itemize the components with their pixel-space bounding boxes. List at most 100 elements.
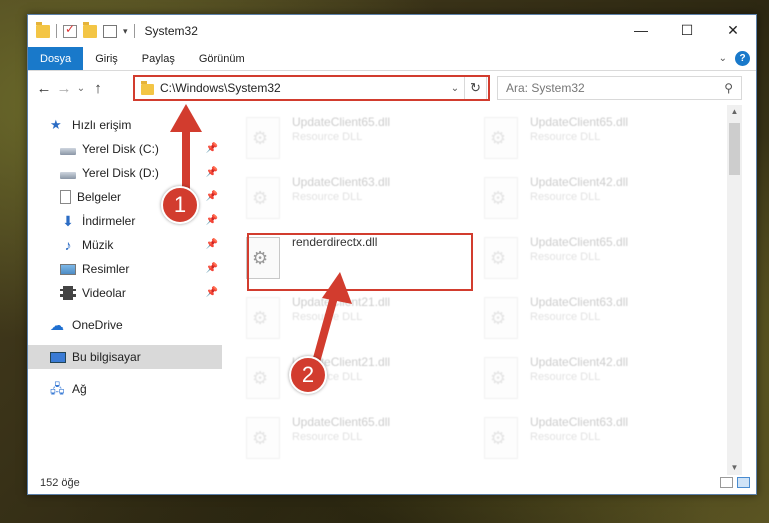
sidebar-item-music[interactable]: ♪ Müzik 📌 — [28, 233, 222, 257]
download-icon: ⬇ — [62, 213, 74, 229]
file-item[interactable]: UpdateClient65.dllResource DLL — [246, 115, 446, 167]
star-icon: ★ — [50, 117, 62, 132]
status-bar: 152 öğe — [28, 472, 756, 494]
file-item[interactable]: UpdateClient63.dllResource DLL — [484, 415, 684, 467]
sidebar-item-this-pc[interactable]: Bu bilgisayar — [28, 345, 222, 369]
dll-file-icon — [246, 357, 280, 399]
vertical-scrollbar[interactable]: ▲ ▼ — [727, 105, 742, 475]
toolbar-separator — [133, 24, 135, 38]
folder-icon — [36, 21, 50, 38]
tab-gorunum[interactable]: Görünüm — [187, 47, 257, 70]
tab-dosya[interactable]: Dosya — [28, 47, 84, 70]
ribbon-tabs: Dosya Giriş Paylaş Görünüm ⌄ ? — [28, 47, 756, 71]
sidebar-item-label: Videolar — [82, 286, 126, 300]
view-switcher — [720, 477, 750, 488]
customize-toolbar-icon[interactable] — [103, 24, 117, 38]
cloud-icon: ☁ — [50, 317, 64, 333]
sidebar-item-pictures[interactable]: Resimler 📌 — [28, 257, 222, 281]
window-title: System32 — [144, 24, 198, 38]
file-item[interactable]: UpdateClient21.dllResource DLL — [246, 295, 446, 347]
recent-locations-button[interactable]: ⌄ — [74, 83, 88, 94]
computer-icon — [50, 351, 66, 363]
step-2-badge: 2 — [289, 356, 327, 394]
sidebar-item-label: Ağ — [72, 382, 87, 396]
help-icon[interactable]: ? — [735, 51, 750, 66]
pin-icon[interactable]: 📌 — [206, 167, 218, 178]
sidebar-item-label: Belgeler — [77, 190, 122, 204]
pin-icon[interactable]: 📌 — [206, 143, 218, 154]
properties-check-icon[interactable] — [63, 22, 77, 38]
pin-icon[interactable]: 📌 — [206, 191, 218, 202]
details-view-icon[interactable] — [720, 477, 733, 488]
file-highlight-box — [247, 233, 473, 291]
item-count: 152 öğe — [40, 477, 80, 489]
disk-icon — [60, 147, 76, 155]
toolbar-separator — [56, 24, 57, 38]
tab-paylas[interactable]: Paylaş — [130, 47, 187, 70]
sidebar-item-label: Yerel Disk (C:) — [82, 142, 159, 156]
network-icon: 🖧 — [50, 381, 65, 396]
forward-button[interactable]: → — [54, 80, 74, 97]
file-list: UpdateClient65.dllResource DLL UpdateCli… — [222, 105, 742, 475]
scroll-up-icon[interactable]: ▲ — [727, 105, 742, 119]
sidebar-item-label: Bu bilgisayar — [72, 350, 141, 364]
file-item[interactable]: UpdateClient65.dllResource DLL — [246, 415, 446, 467]
sidebar-item-disk-d[interactable]: Yerel Disk (D:) 📌 — [28, 161, 222, 185]
dll-file-icon — [246, 417, 280, 459]
music-icon: ♪ — [64, 237, 72, 253]
sidebar-item-label: İndirmeler — [82, 214, 136, 228]
disk-icon — [60, 171, 76, 179]
chevron-down-icon[interactable]: ⌄ — [719, 53, 727, 64]
file-item[interactable]: UpdateClient63.dllResource DLL — [246, 175, 446, 227]
dll-file-icon — [484, 177, 518, 219]
dll-file-icon — [246, 177, 280, 219]
address-highlight-box — [133, 75, 490, 101]
ribbon-right-controls: ⌄ ? — [719, 51, 750, 66]
sidebar-item-videos[interactable]: Videolar 📌 — [28, 281, 222, 305]
sidebar-item-label: OneDrive — [72, 318, 123, 332]
pin-icon[interactable]: 📌 — [206, 263, 218, 274]
pin-icon[interactable]: 📌 — [206, 239, 218, 250]
window-controls: — ☐ ✕ — [618, 15, 756, 45]
sidebar-item-disk-c[interactable]: Yerel Disk (C:) 📌 — [28, 137, 222, 161]
file-item[interactable]: UpdateClient42.dllResource DLL — [484, 175, 684, 227]
dll-file-icon — [484, 297, 518, 339]
sidebar-item-network[interactable]: 🖧 Ağ — [28, 377, 222, 401]
up-button[interactable]: ↑ — [88, 80, 108, 97]
pin-icon[interactable]: 📌 — [206, 215, 218, 226]
scrollbar-thumb[interactable] — [729, 123, 740, 175]
sidebar-item-quick-access[interactable]: ★ Hızlı erişim — [28, 113, 222, 137]
dll-file-icon — [484, 237, 518, 279]
search-icon[interactable]: ⚲ — [724, 81, 733, 95]
sidebar-item-label: Müzik — [82, 238, 114, 252]
quick-access-toolbar: ▾ — [28, 21, 135, 38]
file-item[interactable]: UpdateClient21.dllResource DLL — [246, 355, 446, 407]
dll-file-icon — [246, 297, 280, 339]
main-area: ★ Hızlı erişim Yerel Disk (C:) 📌 Yerel D… — [28, 105, 756, 475]
chevron-down-icon[interactable]: ▾ — [123, 26, 128, 37]
pin-icon[interactable]: 📌 — [206, 287, 218, 298]
picture-icon — [60, 263, 76, 275]
file-item[interactable]: UpdateClient65.dllResource DLL — [484, 115, 684, 167]
step-1-badge: 1 — [161, 186, 199, 224]
search-input[interactable]: Ara: System32 ⚲ — [497, 76, 742, 100]
maximize-button[interactable]: ☐ — [664, 15, 710, 45]
file-item[interactable]: UpdateClient63.dllResource DLL — [484, 295, 684, 347]
large-icons-view-icon[interactable] — [737, 477, 750, 488]
file-item[interactable]: UpdateClient42.dllResource DLL — [484, 355, 684, 407]
sidebar-item-label: Resimler — [82, 262, 130, 276]
new-folder-icon[interactable] — [83, 21, 97, 38]
search-placeholder: Ara: System32 — [506, 81, 585, 95]
back-button[interactable]: ← — [34, 80, 54, 97]
file-item[interactable]: UpdateClient65.dllResource DLL — [484, 235, 684, 287]
dll-file-icon — [484, 117, 518, 159]
title-bar: ▾ System32 — ☐ ✕ — [28, 15, 756, 47]
minimize-button[interactable]: — — [618, 15, 664, 45]
dll-file-icon — [484, 417, 518, 459]
close-button[interactable]: ✕ — [710, 15, 756, 45]
tab-giris[interactable]: Giriş — [83, 47, 130, 70]
sidebar-item-label: Yerel Disk (D:) — [82, 166, 159, 180]
dll-file-icon — [484, 357, 518, 399]
sidebar-item-onedrive[interactable]: ☁ OneDrive — [28, 313, 222, 337]
document-icon — [60, 190, 71, 204]
